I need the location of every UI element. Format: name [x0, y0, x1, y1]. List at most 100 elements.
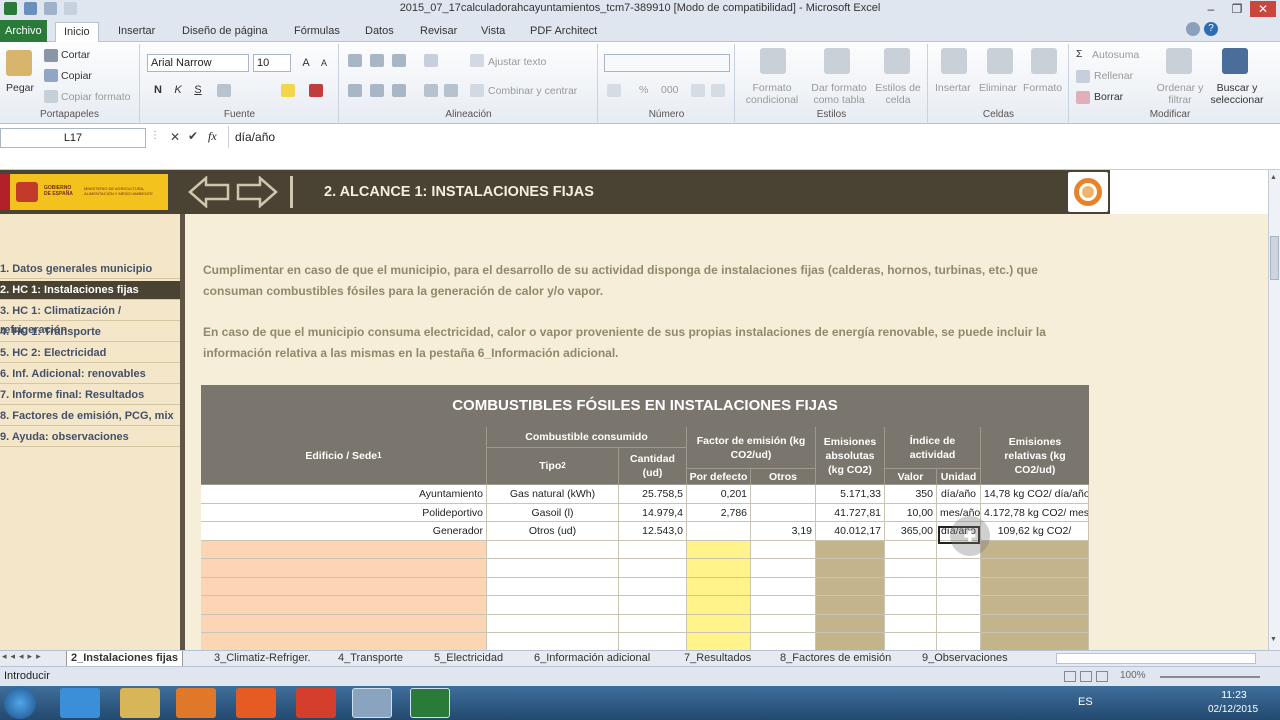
empty-input-cell[interactable]: [687, 559, 751, 578]
cut-icon[interactable]: [44, 49, 58, 62]
align-center-icon[interactable]: [370, 84, 384, 97]
minimize-icon[interactable]: –: [1198, 1, 1224, 17]
normal-view-icon[interactable]: [1064, 671, 1076, 682]
align-bottom-icon[interactable]: [392, 54, 406, 67]
format-cells-icon[interactable]: [1031, 48, 1057, 74]
empty-input-cell[interactable]: [487, 559, 619, 578]
empty-input-cell[interactable]: [937, 633, 981, 650]
empty-input-cell[interactable]: [816, 540, 885, 559]
scroll-thumb[interactable]: [1270, 236, 1279, 280]
empty-input-cell[interactable]: [487, 633, 619, 650]
table-cell-rel[interactable]: 14,78 kg CO2/ día/año: [981, 485, 1089, 504]
table-cell-abs[interactable]: 41.727,81: [816, 503, 885, 522]
enter-icon[interactable]: ✔: [188, 129, 198, 143]
empty-input-cell[interactable]: [201, 577, 487, 596]
format-painter-icon[interactable]: [44, 90, 58, 103]
autosum-icon[interactable]: Σ: [1076, 48, 1083, 60]
borders-icon[interactable]: [217, 84, 231, 97]
sheet-tab-climatiz[interactable]: 3_Climatiz-Refriger.: [210, 651, 315, 667]
bold-button[interactable]: N: [149, 82, 167, 98]
empty-input-cell[interactable]: [201, 540, 487, 559]
table-cell-edificio[interactable]: Polideportivo: [201, 503, 487, 522]
nav-item-datos-generales[interactable]: 1. Datos generales municipio: [0, 260, 180, 279]
tab-formulas[interactable]: Fórmulas: [286, 22, 348, 42]
empty-input-cell[interactable]: [981, 614, 1089, 633]
sort-filter-icon[interactable]: [1166, 48, 1192, 74]
zoom-slider[interactable]: [1160, 676, 1260, 678]
empty-input-cell[interactable]: [885, 596, 937, 615]
zoom-level[interactable]: 100%: [1120, 670, 1146, 681]
empty-input-cell[interactable]: [751, 633, 816, 650]
align-left-icon[interactable]: [348, 84, 362, 97]
format-painter-button[interactable]: Copiar formato: [61, 91, 130, 103]
sort-filter-button[interactable]: Ordenar y filtrar: [1154, 82, 1206, 106]
empty-input-cell[interactable]: [619, 540, 687, 559]
tab-pdf-architect[interactable]: PDF Architect: [522, 22, 605, 42]
help-icon[interactable]: ?: [1204, 22, 1218, 36]
scroll-up-icon[interactable]: ▲: [1270, 174, 1279, 184]
empty-input-cell[interactable]: [687, 633, 751, 650]
tab-diseno-pagina[interactable]: Diseño de página: [174, 22, 276, 42]
grow-font-icon[interactable]: A: [297, 55, 315, 71]
table-cell-tipo[interactable]: Otros (ud): [487, 522, 619, 541]
table-cell-abs[interactable]: 40.012,17: [816, 522, 885, 541]
table-cell-valor[interactable]: 350: [885, 485, 937, 504]
table-cell-rel[interactable]: 109,62 kg CO2/: [981, 522, 1089, 541]
window-thumbnail-icon[interactable]: [352, 688, 392, 718]
sheet-tab-instalaciones[interactable]: 2_Instalaciones fijas: [66, 651, 183, 667]
font-name-select[interactable]: Arial Narrow: [147, 54, 249, 72]
table-cell-edificio[interactable]: Ayuntamiento: [201, 485, 487, 504]
orientation-icon[interactable]: [424, 54, 438, 67]
table-cell-defecto[interactable]: [687, 522, 751, 541]
tab-insertar[interactable]: Insertar: [110, 22, 163, 42]
table-cell-cantidad[interactable]: 25.758,5: [619, 485, 687, 504]
empty-input-cell[interactable]: [885, 559, 937, 578]
page-layout-icon[interactable]: [1080, 671, 1092, 682]
clock-date[interactable]: 02/12/2015: [1200, 704, 1266, 715]
table-cell-valor[interactable]: 10,00: [885, 503, 937, 522]
empty-input-cell[interactable]: [619, 577, 687, 596]
font-size-select[interactable]: 10: [253, 54, 291, 72]
nav-item-resultados[interactable]: 7. Informe final: Resultados: [0, 386, 180, 405]
table-cell-edificio[interactable]: Generador: [201, 522, 487, 541]
format-as-table-button[interactable]: Dar formato como tabla: [808, 82, 870, 106]
currency-icon[interactable]: [607, 84, 621, 97]
nav-item-ayuda[interactable]: 9. Ayuda: observaciones: [0, 428, 180, 447]
table-cell-cantidad[interactable]: 12.543,0: [619, 522, 687, 541]
sheet-tab-factores[interactable]: 8_Factores de emisión: [776, 651, 895, 667]
empty-input-cell[interactable]: [687, 614, 751, 633]
table-cell-otros[interactable]: [751, 485, 816, 504]
autosum-button[interactable]: Autosuma: [1092, 49, 1139, 61]
conditional-format-button[interactable]: Formato condicional: [740, 82, 804, 106]
empty-input-cell[interactable]: [981, 559, 1089, 578]
empty-input-cell[interactable]: [619, 614, 687, 633]
empty-input-cell[interactable]: [201, 596, 487, 615]
empty-input-cell[interactable]: [816, 596, 885, 615]
empty-input-cell[interactable]: [981, 577, 1089, 596]
cell-styles-button[interactable]: Estilos de celda: [872, 82, 924, 106]
empty-input-cell[interactable]: [751, 559, 816, 578]
tab-inicio[interactable]: Inicio: [55, 22, 99, 43]
merge-center-icon[interactable]: [470, 84, 484, 97]
empty-input-cell[interactable]: [816, 577, 885, 596]
empty-input-cell[interactable]: [937, 614, 981, 633]
table-cell-rel[interactable]: 4.172,78 kg CO2/ mes/año: [981, 503, 1089, 522]
firefox-icon[interactable]: [236, 688, 276, 718]
clock-time[interactable]: 11:23: [1216, 689, 1252, 701]
language-indicator[interactable]: ES: [1078, 696, 1093, 708]
find-select-icon[interactable]: [1222, 48, 1248, 74]
paste-icon[interactable]: [6, 50, 32, 76]
empty-input-cell[interactable]: [487, 540, 619, 559]
empty-input-cell[interactable]: [487, 596, 619, 615]
excel-taskbar-icon[interactable]: [410, 688, 450, 718]
empty-input-cell[interactable]: [751, 577, 816, 596]
decrease-decimal-icon[interactable]: [711, 84, 725, 97]
align-right-icon[interactable]: [392, 84, 406, 97]
nav-item-instalaciones-fijas[interactable]: 2. HC 1: Instalaciones fijas: [0, 281, 180, 300]
increase-decimal-icon[interactable]: [691, 84, 705, 97]
worksheet[interactable]: GOBIERNO DE ESPAÑA MINISTERIO DE AGRICUL…: [0, 170, 1268, 650]
underline-button[interactable]: S: [189, 82, 207, 98]
decrease-indent-icon[interactable]: [424, 84, 438, 97]
wrap-text-icon[interactable]: [470, 54, 484, 67]
find-select-button[interactable]: Buscar y seleccionar: [1206, 82, 1268, 106]
